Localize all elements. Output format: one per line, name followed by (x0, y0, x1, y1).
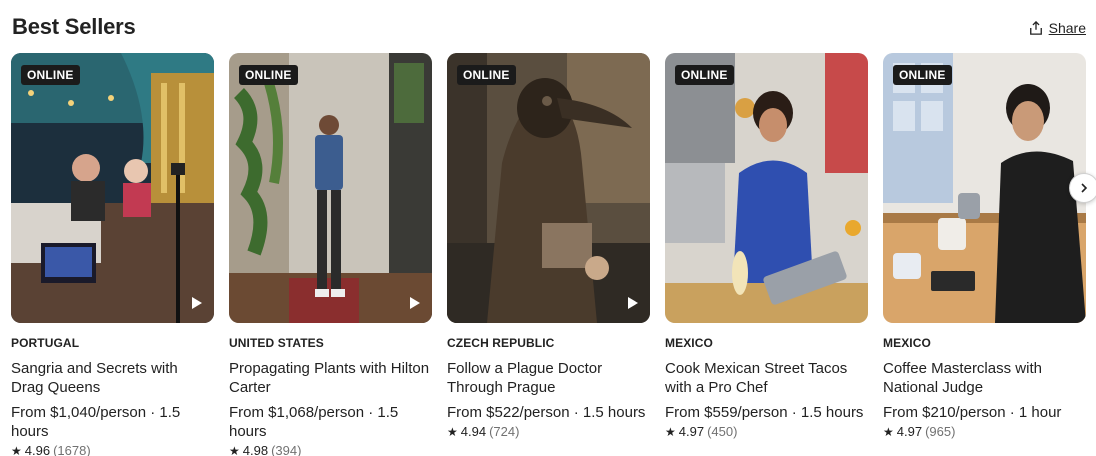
experience-photo[interactable]: ONLINE (665, 53, 868, 323)
experience-card[interactable]: ONLINE PORTUGAL Sangria and Secrets with… (11, 53, 214, 456)
experience-title[interactable]: Cook Mexican Street Tacos with a Pro Che… (665, 359, 868, 397)
review-count: (450) (707, 424, 738, 439)
online-badge: ONLINE (675, 65, 734, 85)
play-icon[interactable] (628, 297, 638, 309)
experience-photo[interactable]: ONLINE (11, 53, 214, 323)
experience-country: MEXICO (883, 336, 931, 350)
star-icon: ★ (11, 443, 22, 456)
star-icon: ★ (229, 443, 240, 456)
experience-title[interactable]: Follow a Plague Doctor Through Prague (447, 359, 650, 397)
review-count: (965) (925, 424, 956, 439)
experience-price: From $559/person · 1.5 hours (665, 404, 864, 421)
plants-photo (229, 53, 432, 323)
online-badge: ONLINE (893, 65, 952, 85)
play-icon[interactable] (192, 297, 202, 309)
star-icon: ★ (447, 424, 458, 439)
section-header: Best Sellers Share (12, 12, 1086, 44)
tacos-chef-photo (665, 53, 868, 323)
experience-card[interactable]: ONLINE UNITED STATES Propagating Plants … (229, 53, 432, 456)
review-count: (724) (489, 424, 520, 439)
share-icon (1029, 21, 1042, 35)
share-label: Share (1048, 20, 1086, 36)
experience-title[interactable]: Sangria and Secrets with Drag Queens (11, 359, 214, 397)
plague-doctor-photo (447, 53, 650, 323)
rating-value: 4.96 (24, 443, 51, 456)
experience-card[interactable]: ONLINE MEXICO Cook Mexican Street Tacos … (665, 53, 868, 439)
experience-rating: ★ 4.97 (450) (665, 424, 868, 439)
rating-value: 4.97 (896, 424, 923, 439)
online-badge: ONLINE (457, 65, 516, 85)
experience-rating: ★ 4.94 (724) (447, 424, 650, 439)
experience-country: PORTUGAL (11, 336, 80, 350)
experience-price: From $1,040/person · 1.5 hours (11, 404, 181, 440)
experience-rating: ★ 4.96 (1678) (11, 443, 214, 456)
review-count: (394) (271, 443, 302, 456)
experience-price: From $522/person · 1.5 hours (447, 404, 646, 421)
coffee-masterclass-photo (883, 53, 1086, 323)
experience-title[interactable]: Coffee Masterclass with National Judge (883, 359, 1086, 397)
experience-card[interactable]: ONLINE MEXICO Coffee Masterclass with Na… (883, 53, 1086, 439)
experience-card[interactable]: ONLINE CZECH REPUBLIC Follow a Plague Do… (447, 53, 650, 439)
experience-rating: ★ 4.98 (394) (229, 443, 432, 456)
review-count: (1678) (53, 443, 91, 456)
rating-value: 4.97 (678, 424, 705, 439)
experience-photo[interactable]: ONLINE (229, 53, 432, 323)
share-button[interactable]: Share (1029, 20, 1086, 36)
star-icon: ★ (665, 424, 676, 439)
section-title: Best Sellers (12, 14, 136, 39)
experience-photo[interactable]: ONLINE (447, 53, 650, 323)
experience-rating: ★ 4.97 (965) (883, 424, 1086, 439)
drag-queens-photo (11, 53, 214, 323)
experience-country: CZECH REPUBLIC (447, 336, 555, 350)
experience-price: From $210/person · 1 hour (883, 404, 1062, 421)
experience-country: MEXICO (665, 336, 713, 350)
rating-value: 4.94 (460, 424, 487, 439)
experience-price: From $1,068/person · 1.5 hours (229, 404, 399, 440)
carousel-next-button[interactable] (1069, 173, 1096, 203)
online-badge: ONLINE (239, 65, 298, 85)
play-icon[interactable] (410, 297, 420, 309)
experience-carousel: ONLINE PORTUGAL Sangria and Secrets with… (11, 53, 1087, 456)
online-badge: ONLINE (21, 65, 80, 85)
experience-country: UNITED STATES (229, 336, 324, 350)
rating-value: 4.98 (242, 443, 269, 456)
chevron-right-icon (1081, 183, 1088, 193)
experience-photo[interactable]: ONLINE (883, 53, 1086, 323)
experience-title[interactable]: Propagating Plants with Hilton Carter (229, 359, 432, 397)
star-icon: ★ (883, 424, 894, 439)
